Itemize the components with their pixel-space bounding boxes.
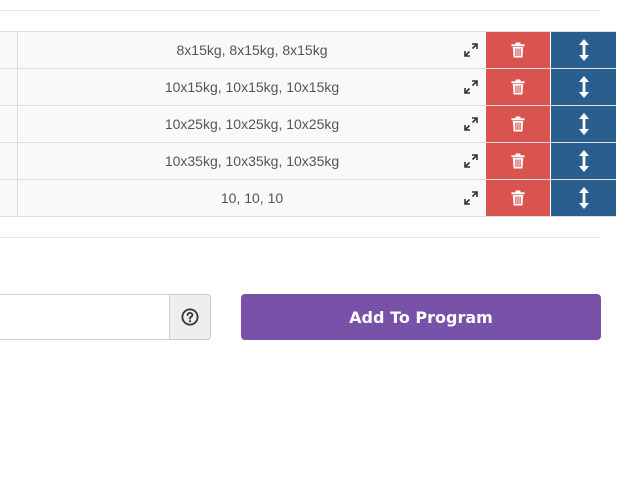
row-left-cell xyxy=(0,106,18,142)
expand-icon[interactable] xyxy=(464,191,478,205)
trash-icon xyxy=(511,116,525,132)
vertical-arrows-icon xyxy=(578,113,589,135)
vertical-arrows-icon xyxy=(578,150,589,172)
reorder-handle[interactable] xyxy=(550,32,616,68)
reorder-handle[interactable] xyxy=(550,180,616,216)
reorder-handle[interactable] xyxy=(550,143,616,179)
question-circle-icon xyxy=(181,308,199,326)
vertical-arrows-icon xyxy=(578,76,589,98)
sets-text: 10x35kg, 10x35kg, 10x35kg xyxy=(164,153,340,169)
row-left-cell xyxy=(0,180,18,216)
sets-text: 8x15kg, 8x15kg, 8x15kg xyxy=(176,42,328,58)
sets-cell: 10, 10, 10 xyxy=(18,180,486,216)
sets-text: 10, 10, 10 xyxy=(220,190,284,206)
delete-button[interactable] xyxy=(486,106,550,142)
vertical-arrows-icon xyxy=(578,39,589,61)
sets-cell: 8x15kg, 8x15kg, 8x15kg xyxy=(18,32,486,68)
row-left-cell xyxy=(0,69,18,105)
page: 8x15kg, 8x15kg, 8x15kg 10x15kg, 10x15kg,… xyxy=(0,0,640,480)
sets-cell: 10x35kg, 10x35kg, 10x35kg xyxy=(18,143,486,179)
table-row: 10x35kg, 10x35kg, 10x35kg xyxy=(0,143,616,180)
row-left-cell xyxy=(0,143,18,179)
table-row: 10x15kg, 10x15kg, 10x15kg xyxy=(0,69,616,106)
divider-top xyxy=(0,10,600,11)
vertical-arrows-icon xyxy=(578,187,589,209)
table-row: 10, 10, 10 xyxy=(0,180,616,217)
trash-icon xyxy=(511,42,525,58)
sets-cell: 10x25kg, 10x25kg, 10x25kg xyxy=(18,106,486,142)
delete-button[interactable] xyxy=(486,143,550,179)
reorder-handle[interactable] xyxy=(550,106,616,142)
delete-button[interactable] xyxy=(486,180,550,216)
row-left-cell xyxy=(0,32,18,68)
divider-bottom xyxy=(0,237,600,238)
table-row: 8x15kg, 8x15kg, 8x15kg xyxy=(0,32,616,69)
table-row: 10x25kg, 10x25kg, 10x25kg xyxy=(0,106,616,143)
exercise-sets-table: 8x15kg, 8x15kg, 8x15kg 10x15kg, 10x15kg,… xyxy=(0,31,616,217)
reorder-handle[interactable] xyxy=(550,69,616,105)
trash-icon xyxy=(511,153,525,169)
delete-button[interactable] xyxy=(486,69,550,105)
trash-icon xyxy=(511,79,525,95)
program-input[interactable] xyxy=(0,294,170,340)
expand-icon[interactable] xyxy=(464,80,478,94)
sets-text: 10x15kg, 10x15kg, 10x15kg xyxy=(164,79,340,95)
expand-icon[interactable] xyxy=(464,154,478,168)
expand-icon[interactable] xyxy=(464,117,478,131)
delete-button[interactable] xyxy=(486,32,550,68)
sets-text: 10x25kg, 10x25kg, 10x25kg xyxy=(164,116,340,132)
trash-icon xyxy=(511,190,525,206)
sets-cell: 10x15kg, 10x15kg, 10x15kg xyxy=(18,69,486,105)
expand-icon[interactable] xyxy=(464,43,478,57)
add-to-program-button[interactable]: Add To Program xyxy=(241,294,601,340)
help-button[interactable] xyxy=(169,294,211,340)
